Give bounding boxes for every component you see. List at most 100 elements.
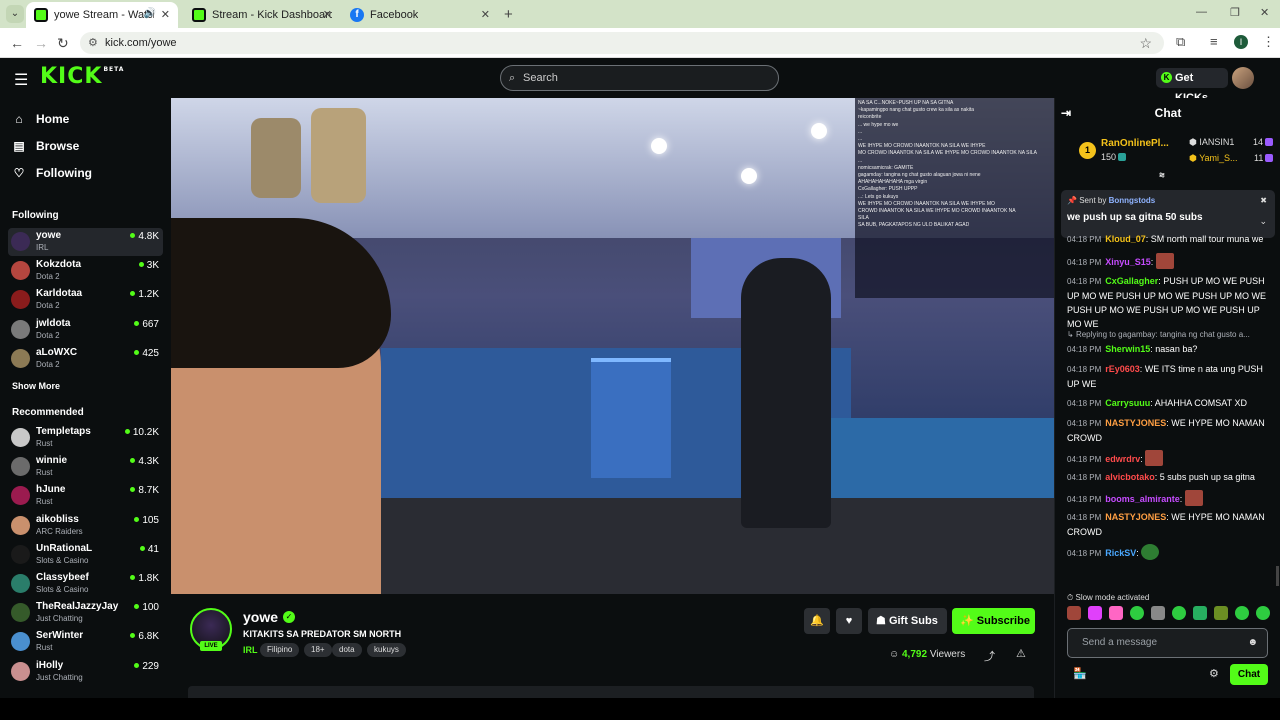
close-tab-icon[interactable]: ✕ [323,8,332,21]
chat-username[interactable]: rEy0603 [1105,364,1140,374]
tag-chip[interactable]: kukuys [367,643,406,657]
report-icon[interactable]: ⚠ [1016,647,1026,660]
show-more-link[interactable]: Show More [12,381,60,391]
sidebar-channel[interactable]: SerWinter Rust 6.8K [8,628,163,656]
sidebar-channel[interactable]: Templetaps Rust 10.2K [8,424,163,452]
leaderboard-name[interactable]: ⬢ IANSIN1 [1189,137,1234,148]
expand-pinned-icon[interactable]: ⩬ [1159,170,1165,181]
chat-username[interactable]: Kloud_07 [1105,234,1146,244]
emoji-picker-icon[interactable]: ☻ [1247,629,1258,657]
pinned-message[interactable]: 📌 Sent by Bonngstods we push up sa gitna… [1061,190,1275,238]
emote-icon[interactable] [1172,606,1186,620]
tag-chip[interactable]: 18+ [304,643,332,657]
forward-icon[interactable]: → [34,35,48,51]
chat-username[interactable]: NASTYJONES [1105,418,1166,428]
send-chat-button[interactable]: Chat [1230,664,1268,685]
streamer-name[interactable]: yowe [243,609,278,625]
person-figure [741,258,831,528]
tab-search-dropdown[interactable]: ⌄ [6,5,24,23]
sidebar-channel[interactable]: Classybeef Slots & Casino 1.8K [8,570,163,598]
chat-username[interactable]: edwrdrv [1105,454,1140,464]
emote-icon[interactable] [1256,606,1270,620]
sidebar-channel[interactable]: Kokzdota Dota 2 3K [8,257,163,285]
browser-tab-kick-dashboard[interactable]: Stream - Kick Dashboard ✕ [184,2,340,28]
new-tab-button[interactable]: + [504,6,513,23]
chat-username[interactable]: Xinyu_S15 [1105,257,1151,267]
leaderboard-name[interactable]: ⬢ Yami_S... [1189,153,1238,164]
sidebar-channel[interactable]: TheRealJazzyJay Just Chatting 100 [8,599,163,627]
site-info-icon[interactable]: ⚙ [88,32,98,54]
hide-pin-icon[interactable]: ✖ [1260,196,1267,205]
notification-bell-button[interactable]: 🔔 [804,608,830,634]
share-icon[interactable]: ⤴ [984,648,995,664]
follow-heart-button[interactable]: ♥ [836,608,862,634]
user-avatar[interactable] [1232,67,1254,89]
tag-chip[interactable]: Filipino [260,643,300,657]
minimize-icon[interactable]: — [1196,6,1207,18]
collapse-chat-icon[interactable]: ⇥ [1061,98,1071,128]
close-tab-icon[interactable]: ✕ [481,8,490,21]
back-icon[interactable]: ← [10,35,24,51]
chat-username[interactable]: booms_almirante [1105,494,1180,504]
chat-username[interactable]: RickSV [1105,548,1136,558]
sidebar-channel[interactable]: aikobliss ARC Raiders 105 [8,512,163,540]
extensions-icon[interactable]: ⧉ [1176,34,1185,50]
emote-icon[interactable] [1130,606,1144,620]
reload-icon[interactable]: ↻ [57,35,69,52]
chat-username[interactable]: NASTYJONES [1105,512,1166,522]
browser-profile-avatar[interactable]: I [1234,35,1248,49]
chat-message-input[interactable]: Send a message ☻ [1067,628,1268,658]
emote-icon[interactable] [1151,606,1165,620]
sidebar-channel[interactable]: aLoWXC Dota 2 425 [8,345,163,373]
tag-chip[interactable]: dota [332,643,362,657]
overlay-chat-line: CxGallagher: PUSH UPPP [858,186,918,193]
stream-category-link[interactable]: IRL [243,645,258,655]
sidebar-item-browse[interactable]: ▤ Browse [12,136,79,156]
menu-icon[interactable]: ☰ [14,70,28,90]
search-input[interactable]: ⌕ Search [500,65,779,91]
browser-tab-facebook[interactable]: f Facebook ✕ [342,2,498,28]
browser-tab-yowe-stream[interactable]: yowe Stream - Watch Live o 🔊 ✕ [26,2,178,28]
emote-icon[interactable] [1214,606,1228,620]
kick-logo[interactable]: KICKBETA [40,64,123,89]
close-window-icon[interactable]: ✕ [1260,6,1269,19]
sidebar-channel[interactable]: hJune Rust 8.7K [8,482,163,510]
sidebar-channel[interactable]: UnRationaL Slots & Casino 41 [8,541,163,569]
chat-username[interactable]: CxGallagher [1105,276,1158,286]
sidebar-item-following[interactable]: ♡ Following [12,163,92,183]
close-tab-icon[interactable]: ✕ [161,8,170,21]
emote-icon[interactable] [1067,606,1081,620]
emote-icon[interactable] [1193,606,1207,620]
gift-subs-button[interactable]: ☗ Gift Subs [868,608,947,634]
sidebar-channel[interactable]: Karldotaa Dota 2 1.2K [8,286,163,314]
chat-settings-icon[interactable]: ⚙ [1209,667,1219,680]
sidebar-channel[interactable]: iHolly Just Chatting 229 [8,658,163,686]
emote-icon[interactable] [1109,606,1123,620]
sidebar-channel[interactable]: jwldota Dota 2 667 [8,316,163,344]
bookmark-star-icon[interactable]: ☆ [1139,32,1152,54]
page-scrollbar[interactable] [1276,566,1279,586]
badge-icon: ⬢ [1189,137,1197,147]
get-kicks-button[interactable]: K Get KICKs [1156,68,1228,104]
media-controls-icon[interactable]: ≡ [1210,34,1218,49]
address-bar[interactable]: ⚙ kick.com/yowe ☆ [80,32,1164,54]
chat-username[interactable]: Sherwin15 [1105,344,1150,354]
sidebar-channel[interactable]: yowe IRL 4.8K [8,228,163,256]
chat-username[interactable]: Carrysuuu [1105,398,1150,408]
subscribe-button[interactable]: ✨ Subscribe [952,608,1035,634]
pinned-sender[interactable]: Bonngstods [1109,196,1156,205]
chevron-down-icon[interactable]: ⌄ [1259,216,1267,227]
leaderboard-name[interactable]: RanOnlinePl... [1101,138,1169,149]
restore-icon[interactable]: ❐ [1230,6,1240,19]
logo-text: KICK [40,64,103,89]
emote-icon[interactable] [1235,606,1249,620]
sidebar-channel[interactable]: winnie Rust 4.3K [8,453,163,481]
browser-menu-icon[interactable]: ⋮ [1262,34,1275,50]
video-player[interactable]: NA SA C...NOKE~PUSH UP NA SA GITNA ~kapam… [171,98,1054,594]
channel-category: Rust [36,497,53,507]
sidebar-item-home[interactable]: ⌂ Home [12,109,69,129]
audio-playing-icon[interactable]: 🔊 [144,8,156,19]
chat-username[interactable]: alvicbotako [1105,472,1155,482]
emote-icon[interactable] [1088,606,1102,620]
store-icon[interactable]: 🏪 [1073,667,1087,680]
